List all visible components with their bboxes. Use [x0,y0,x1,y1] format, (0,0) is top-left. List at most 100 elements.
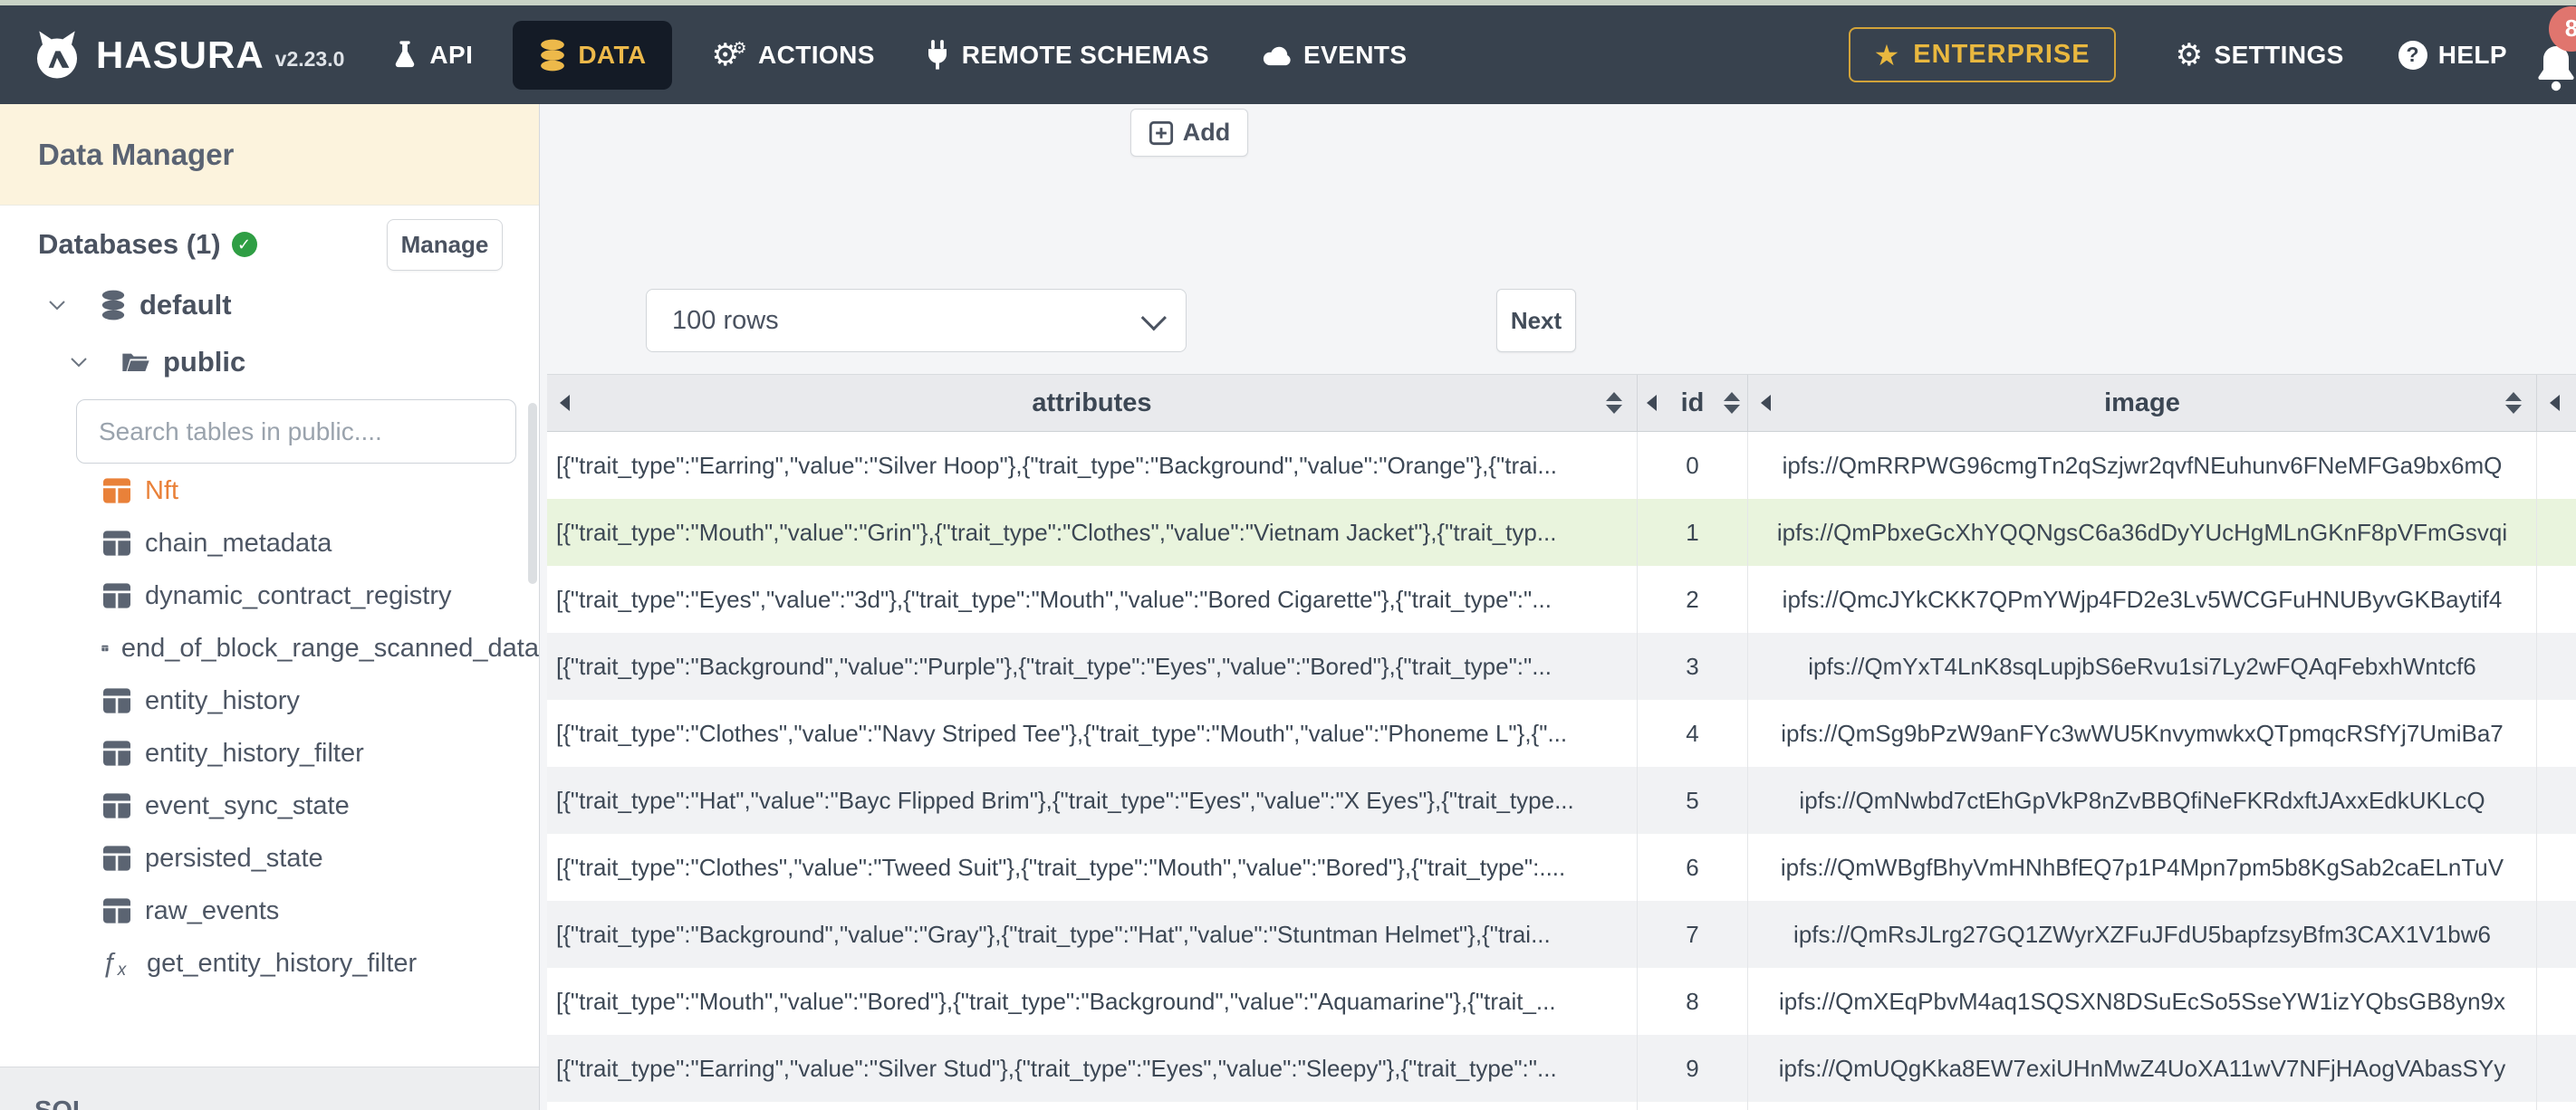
nav-label: API [429,40,474,69]
notifications-button[interactable]: 8 [2534,5,2576,91]
table-item[interactable]: event_sync_state [0,780,539,832]
table-name: end_of_block_range_scanned_data [120,633,539,663]
table-row-partial [547,1102,2576,1110]
column-header-attributes[interactable]: attributes [547,375,1638,431]
column-header-partial[interactable] [2537,375,2576,431]
star-icon: ★ [1873,37,1901,72]
cell-attributes: [{"trait_type":"Eyes","value":"3d"},{"tr… [547,566,1638,633]
rows-per-page-select[interactable]: 100 rows [646,289,1187,352]
cell-attributes: [{"trait_type":"Background","value":"Gra… [547,901,1638,968]
version-label: v2.23.0 [274,47,345,71]
sort-icon[interactable] [2505,392,2522,414]
nav-label: ACTIONS [757,40,875,69]
help-label: HELP [2437,40,2507,69]
nav-tab-remote-schemas[interactable]: REMOTE SCHEMAS [924,39,1209,71]
table-name: dynamic_contract_registry [145,580,452,610]
next-page-button[interactable]: Next [1496,289,1576,352]
flask-icon [396,40,415,67]
function-icon: ƒx [101,948,127,980]
table-item[interactable]: chain_metadata [0,517,539,569]
chevron-down-icon[interactable] [47,300,67,311]
settings-label: SETTINGS [2214,40,2344,69]
column-header-image[interactable]: image [1748,375,2537,431]
table-item[interactable]: dynamic_contract_registry [0,569,539,622]
nav-tab-data[interactable]: DATA [513,20,672,90]
table-header-row: attributes id image [547,374,2576,432]
function-name: get_entity_history_filter [147,948,418,978]
cell-image: ipfs://QmWBgfBhyVmHNhBfEQ7p1P4Mpn7pm5b8K… [1748,834,2537,901]
nav-tab-events[interactable]: EVENTS [1262,41,1407,70]
cell-partial [2537,499,2576,566]
add-row-button[interactable]: Add [1130,109,1248,157]
cell-id: 5 [1638,767,1748,834]
gear-icon: ⚙ [2175,36,2204,73]
rows-select-value: 100 rows [672,305,779,335]
collapse-column-icon[interactable] [1761,395,1771,411]
cell-id: 9 [1638,1035,1748,1102]
table-icon [103,688,130,713]
schema-name: public [163,346,246,378]
cell-attributes: [{"trait_type":"Earring","value":"Silver… [547,1035,1638,1102]
table-icon [103,898,130,923]
search-tables-input[interactable] [76,399,516,464]
help-link[interactable]: ? HELP [2398,40,2507,70]
collapse-column-icon[interactable] [2550,395,2560,411]
table-name: chain_metadata [145,528,332,558]
table-name: persisted_state [145,843,323,873]
table-item-nft[interactable]: Nft [0,464,539,517]
database-name: default [139,289,232,321]
cell-id: 0 [1638,432,1748,499]
hasura-logo-icon [36,30,78,79]
cell-image: ipfs://QmSg9bPzW9anFYc3wWU5KnvymwkxQTpmq… [1748,700,2537,767]
table-item[interactable]: raw_events [0,885,539,937]
collapse-column-icon[interactable] [1647,395,1657,411]
check-icon: ✓ [231,232,257,257]
rows-table: attributes id image [{"trait_type":"Earr… [547,374,2576,1110]
table-row: [{"trait_type":"Mouth","value":"Bored"},… [547,968,2576,1035]
data-manager-sidebar: Data Manager Databases (1) ✓ Manage defa… [0,104,540,1110]
table-row: [{"trait_type":"Earring","value":"Silver… [547,432,2576,499]
enterprise-button[interactable]: ★ ENTERPRISE [1848,27,2116,82]
cell-partial [2537,566,2576,633]
table-icon [101,645,109,652]
column-header-id[interactable]: id [1638,375,1748,431]
sidebar-scrollbar[interactable] [528,403,537,584]
table-item[interactable]: entity_history_filter [0,727,539,780]
function-item[interactable]: ƒx get_entity_history_filter [0,937,539,990]
sidebar-sql-section[interactable]: SQL [0,1067,539,1110]
chevron-down-icon[interactable] [69,357,89,368]
table-name: event_sync_state [145,790,350,820]
table-icon [103,741,130,766]
cell-attributes: [{"trait_type":"Background","value":"Pur… [547,633,1638,700]
gears-icon: ⚙⚙ [711,36,747,73]
nav-tab-actions[interactable]: ⚙⚙ ACTIONS [712,40,875,71]
tables-list: Nft chain_metadata dynamic_contract_regi… [0,464,539,990]
manage-button[interactable]: Manage [387,218,503,271]
tree-node-schema-public[interactable]: public [69,338,245,387]
chevron-down-icon [1140,305,1167,331]
browse-rows-content: Add 100 rows Next attributes id image [{… [540,104,2576,1110]
sort-icon[interactable] [1724,392,1740,414]
question-icon: ? [2398,40,2427,70]
table-row: [{"trait_type":"Clothes","value":"Tweed … [547,834,2576,901]
sort-icon[interactable] [1606,392,1622,414]
cell-partial [2537,1035,2576,1102]
table-row: [{"trait_type":"Background","value":"Gra… [547,901,2576,968]
table-item[interactable]: entity_history [0,675,539,727]
collapse-column-icon[interactable] [560,395,570,411]
tree-node-database-default[interactable]: default [47,281,232,330]
nav-tab-api[interactable]: API [391,40,473,71]
nav-label: EVENTS [1302,40,1408,69]
cell-attributes: [{"trait_type":"Mouth","value":"Bored"},… [547,968,1638,1035]
sidebar-title: Data Manager [0,104,539,206]
cell-image [1748,1102,2537,1110]
cell-partial [2537,767,2576,834]
cloud-icon [1263,46,1291,65]
table-icon [103,583,130,608]
sql-label: SQL [34,1096,539,1110]
column-label: id [1680,388,1705,417]
table-item[interactable]: end_of_block_range_scanned_data [0,622,539,675]
table-item[interactable]: persisted_state [0,832,539,885]
settings-link[interactable]: ⚙ SETTINGS [2176,40,2344,71]
cell-attributes: [{"trait_type":"Earring","value":"Silver… [547,432,1638,499]
